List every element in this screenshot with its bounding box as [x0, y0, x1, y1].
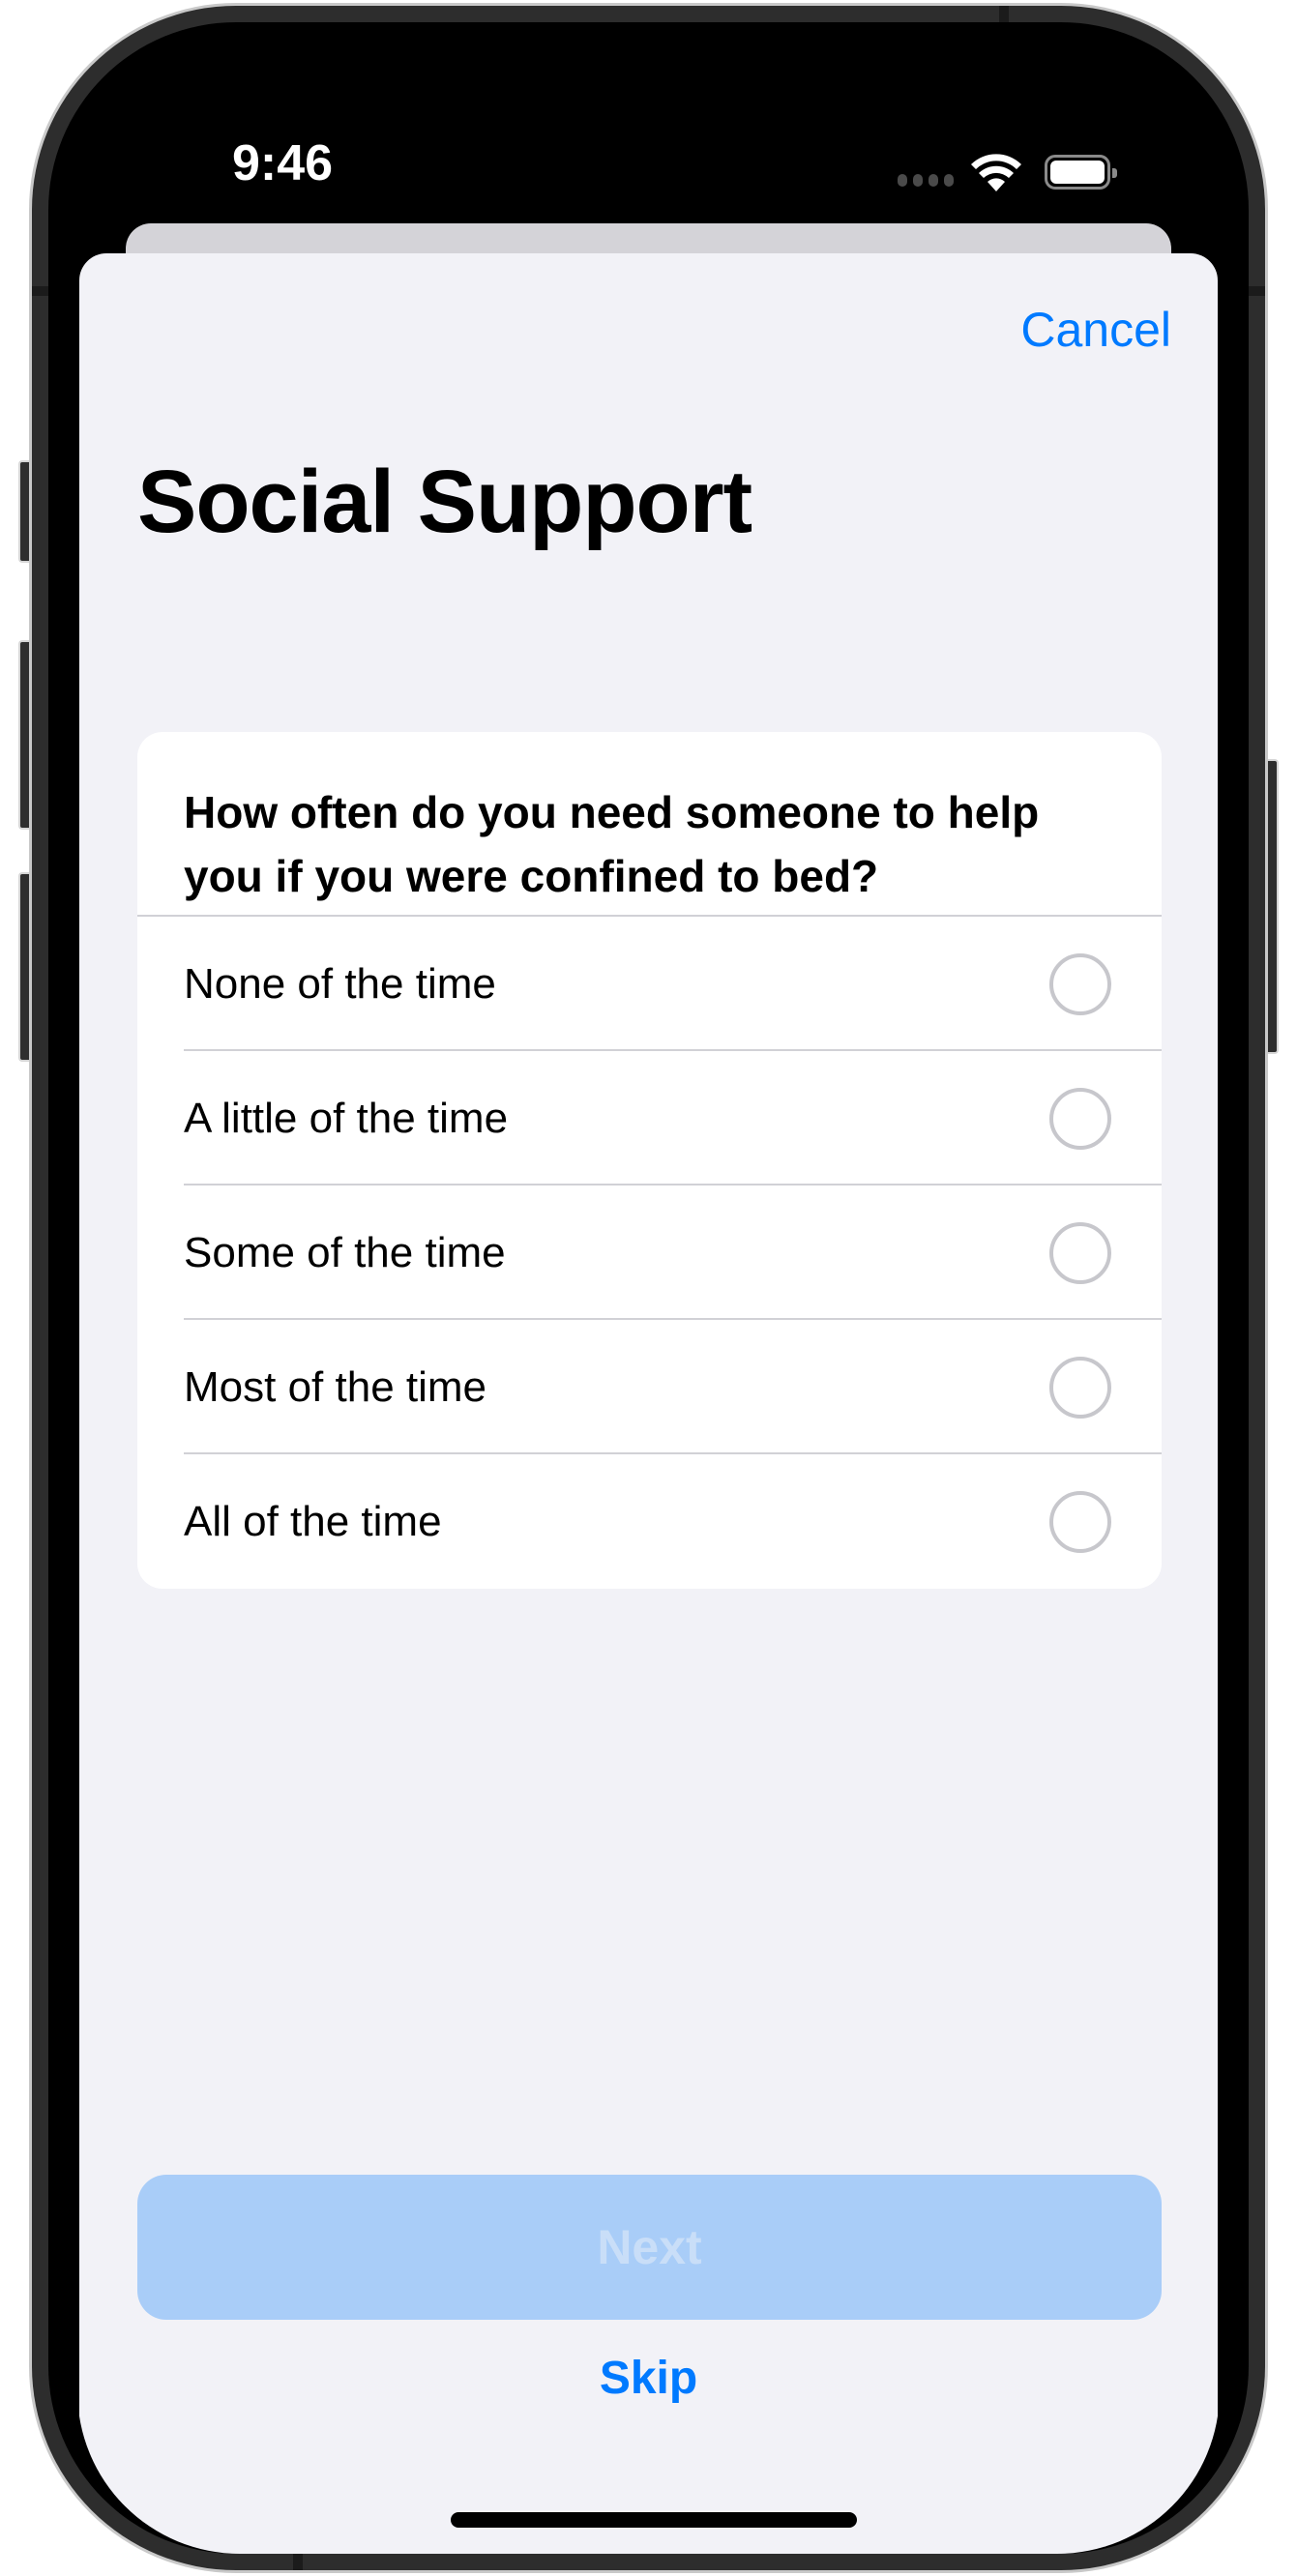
antenna-band [32, 286, 48, 296]
battery-icon [1045, 155, 1117, 190]
option-row[interactable]: A little of the time [137, 1051, 1162, 1186]
status-icons [898, 143, 1117, 201]
option-row[interactable]: Some of the time [137, 1186, 1162, 1320]
phone-bezel: 9:46 Cancel Social Support How often do … [48, 22, 1249, 2554]
skip-button[interactable]: Skip [79, 2352, 1218, 2405]
option-row[interactable]: None of the time [137, 917, 1162, 1051]
screen: 9:46 Cancel Social Support How often do … [77, 51, 1220, 2554]
antenna-band [1249, 286, 1265, 296]
antenna-band [293, 2554, 303, 2570]
skip-label[interactable]: Skip [600, 2352, 697, 2405]
option-label: A little of the time [184, 1094, 509, 1142]
question-text: How often do you need someone to help yo… [184, 787, 1040, 901]
option-row[interactable]: All of the time [137, 1454, 1162, 1589]
option-label: All of the time [184, 1497, 442, 1545]
wifi-icon [971, 154, 1021, 191]
option-label: Most of the time [184, 1362, 487, 1411]
radio-button[interactable] [1049, 1356, 1111, 1419]
option-label: None of the time [184, 959, 496, 1008]
radio-button[interactable] [1049, 1490, 1111, 1553]
status-time: 9:46 [232, 135, 334, 191]
device-screenshot: 9:46 Cancel Social Support How often do … [0, 0, 1297, 2576]
modal-sheet: Cancel Social Support How often do you n… [79, 253, 1218, 2554]
question-card: How often do you need someone to help yo… [137, 732, 1162, 1589]
antenna-band [999, 6, 1009, 22]
radio-button[interactable] [1049, 1221, 1111, 1284]
cancel-button[interactable]: Cancel [1020, 302, 1171, 358]
cellular-signal-icon [898, 173, 954, 187]
next-button[interactable]: Next [137, 2175, 1162, 2320]
radio-button[interactable] [1049, 952, 1111, 1015]
page-title: Social Support [137, 453, 752, 551]
option-row[interactable]: Most of the time [137, 1320, 1162, 1454]
radio-button[interactable] [1049, 1087, 1111, 1150]
home-indicator[interactable] [451, 2512, 857, 2528]
option-label: Some of the time [184, 1228, 506, 1276]
